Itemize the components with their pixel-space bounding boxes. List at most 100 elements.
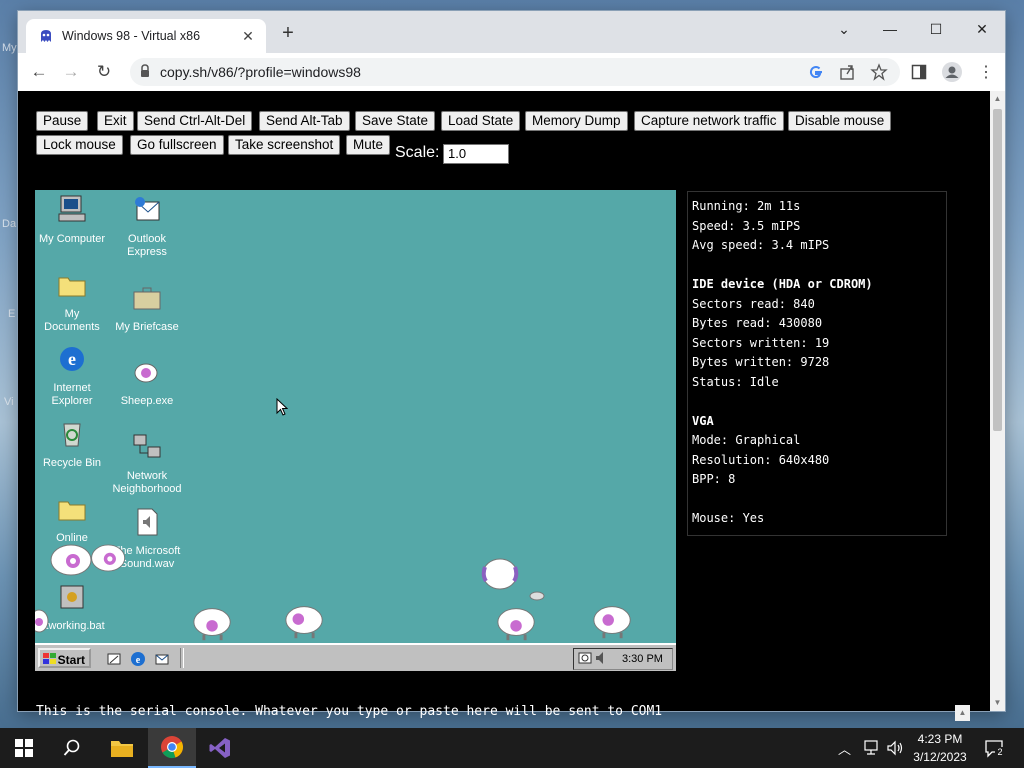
go-fullscreen-button[interactable]: Go fullscreen bbox=[130, 135, 224, 155]
send-ctrl-alt-del-button[interactable]: Send Ctrl-Alt-Del bbox=[137, 111, 253, 131]
serial-console[interactable]: This is the serial console. Whatever you… bbox=[36, 704, 662, 719]
capture-network-traffic-button[interactable]: Capture network traffic bbox=[634, 111, 784, 131]
load-state-button[interactable]: Load State bbox=[441, 111, 521, 131]
my-computer-desktop-icon[interactable]: My Computer bbox=[36, 194, 108, 246]
start-label: Start bbox=[57, 653, 85, 667]
scroll-down-icon[interactable]: ▼ bbox=[993, 698, 1002, 707]
stat-running: Running: 2m 11s bbox=[692, 199, 801, 213]
vm-clock[interactable]: 3:30 PM bbox=[622, 649, 663, 669]
volume-icon[interactable] bbox=[594, 651, 608, 665]
desktop-ghost-text: Vi bbox=[4, 396, 14, 408]
start-button[interactable]: Start bbox=[38, 648, 91, 668]
icon-label: My Briefcase bbox=[115, 321, 179, 333]
sheep-sprite bbox=[593, 606, 631, 639]
v86-page: Pause Exit Send Ctrl-Alt-Del Send Alt-Ta… bbox=[18, 91, 990, 721]
stat-ide-header: IDE device (HDA or CDROM) bbox=[692, 277, 873, 291]
windows-logo-icon bbox=[15, 739, 33, 757]
close-window-button[interactable]: ✕ bbox=[962, 15, 1002, 43]
outlook-express-desktop-icon[interactable]: Outlook Express bbox=[111, 194, 183, 259]
recycle-bin-desktop-icon[interactable]: Recycle Bin bbox=[36, 418, 108, 470]
address-bar[interactable]: copy.sh/v86/?profile=windows98 bbox=[130, 58, 900, 86]
tab-close-icon[interactable]: ✕ bbox=[240, 28, 256, 45]
tab-search-icon[interactable]: ⌄ bbox=[824, 15, 864, 43]
my-briefcase-desktop-icon[interactable]: My Briefcase bbox=[111, 282, 183, 334]
icon-label: Network bbox=[126, 470, 168, 482]
outlook-quicklaunch-icon[interactable] bbox=[154, 651, 170, 667]
my-documents-desktop-icon[interactable]: My Documents bbox=[36, 269, 108, 334]
page-scrollbar[interactable]: ▲ ▼ bbox=[990, 91, 1005, 711]
exit-button[interactable]: Exit bbox=[97, 111, 134, 131]
forward-icon[interactable]: → bbox=[58, 61, 84, 83]
os-clock[interactable]: 4:23 PM 3/12/2023 bbox=[908, 730, 972, 766]
tab-strip: Windows 98 - Virtual x86 ✕ + ⌄ — ☐ ✕ bbox=[18, 11, 1005, 53]
clock-time: 4:23 PM bbox=[917, 732, 963, 746]
google-icon[interactable] bbox=[807, 63, 825, 81]
serial-scroll-up-icon[interactable]: ▲ bbox=[955, 705, 970, 721]
menu-kebab-icon[interactable]: ⋮ bbox=[978, 62, 994, 82]
sheep-exe-desktop-icon[interactable]: Sheep.exe bbox=[111, 356, 183, 408]
internet-explorer-desktop-icon[interactable]: e Internet Explorer bbox=[36, 343, 108, 408]
bookmark-star-icon[interactable] bbox=[870, 63, 888, 81]
mute-button[interactable]: Mute bbox=[346, 135, 391, 155]
sheep-sprite bbox=[91, 544, 126, 572]
search-button[interactable] bbox=[48, 728, 96, 768]
notification-badge: 2 bbox=[995, 747, 1005, 758]
outlook-express-icon bbox=[135, 197, 160, 221]
icon-label: Internet bbox=[53, 382, 91, 394]
notification-center-button[interactable]: 2 bbox=[984, 738, 1005, 758]
take-screenshot-button[interactable]: Take screenshot bbox=[228, 135, 341, 155]
pause-button[interactable]: Pause bbox=[36, 111, 89, 131]
stat-mouse: Mouse: Yes bbox=[692, 511, 765, 525]
taskbar-visual-studio[interactable] bbox=[196, 728, 244, 768]
stat-bytes-read: Bytes read: 430080 bbox=[692, 316, 823, 330]
stat-vga-header: VGA bbox=[692, 414, 714, 428]
scrollbar-thumb[interactable] bbox=[993, 109, 1002, 431]
windows-start-button[interactable] bbox=[0, 728, 48, 768]
vm-screen[interactable]: My Computer Outlook Express My Documents bbox=[35, 190, 676, 671]
send-alt-tab-button[interactable]: Send Alt-Tab bbox=[259, 111, 350, 131]
side-panel-icon[interactable] bbox=[911, 64, 927, 80]
visual-studio-icon bbox=[209, 738, 230, 758]
disable-mouse-button[interactable]: Disable mouse bbox=[788, 111, 892, 131]
taskbar-separator bbox=[180, 648, 184, 668]
memory-dump-button[interactable]: Memory Dump bbox=[525, 111, 628, 131]
mouse-cursor-icon bbox=[276, 398, 288, 416]
search-icon bbox=[63, 739, 80, 756]
minimize-button[interactable]: — bbox=[870, 15, 910, 43]
show-desktop-icon[interactable] bbox=[106, 651, 122, 667]
stat-sectors-read: Sectors read: 840 bbox=[692, 297, 815, 311]
stat-bytes-written: Bytes written: 9728 bbox=[692, 355, 830, 369]
share-icon[interactable] bbox=[838, 63, 856, 81]
taskbar-file-explorer[interactable] bbox=[98, 728, 146, 768]
icon-label: Sheep.exe bbox=[120, 395, 174, 407]
svg-text:e: e bbox=[136, 655, 141, 666]
ie-quicklaunch-icon[interactable]: e bbox=[130, 651, 146, 667]
speaker-icon[interactable] bbox=[886, 740, 904, 756]
taskbar-chrome[interactable] bbox=[148, 728, 196, 768]
stat-status: Status: Idle bbox=[692, 375, 779, 389]
sheep-sprite bbox=[529, 591, 545, 601]
chrome-icon bbox=[161, 736, 184, 759]
scale-input[interactable]: 1.0 bbox=[443, 144, 509, 164]
stat-resolution: Resolution: 640x480 bbox=[692, 453, 830, 467]
lock-mouse-button[interactable]: Lock mouse bbox=[36, 135, 123, 155]
tray-overflow-icon[interactable]: ︿ bbox=[838, 739, 851, 758]
icon-label: Explorer bbox=[51, 395, 93, 407]
back-icon[interactable]: ← bbox=[26, 61, 52, 83]
recycle-bin-icon bbox=[63, 423, 81, 447]
new-tab-button[interactable]: + bbox=[276, 21, 300, 45]
profile-avatar-icon[interactable] bbox=[942, 62, 962, 82]
reload-icon[interactable]: ↻ bbox=[91, 61, 117, 83]
scroll-up-icon[interactable]: ▲ bbox=[993, 94, 1002, 103]
tab-windows98[interactable]: Windows 98 - Virtual x86 ✕ bbox=[26, 19, 266, 53]
maximize-button[interactable]: ☐ bbox=[916, 15, 956, 43]
scheduler-icon[interactable] bbox=[578, 651, 592, 665]
stat-avg-speed: Avg speed: 3.4 mIPS bbox=[692, 238, 830, 252]
folder-icon bbox=[58, 501, 86, 521]
network-neighborhood-desktop-icon[interactable]: Network Neighborhood bbox=[111, 431, 183, 496]
save-state-button[interactable]: Save State bbox=[355, 111, 436, 131]
stat-sectors-written: Sectors written: 19 bbox=[692, 336, 830, 350]
sheep-sprite bbox=[285, 606, 323, 639]
network-status-icon[interactable] bbox=[862, 740, 880, 756]
sheep-sprite bbox=[481, 558, 519, 590]
